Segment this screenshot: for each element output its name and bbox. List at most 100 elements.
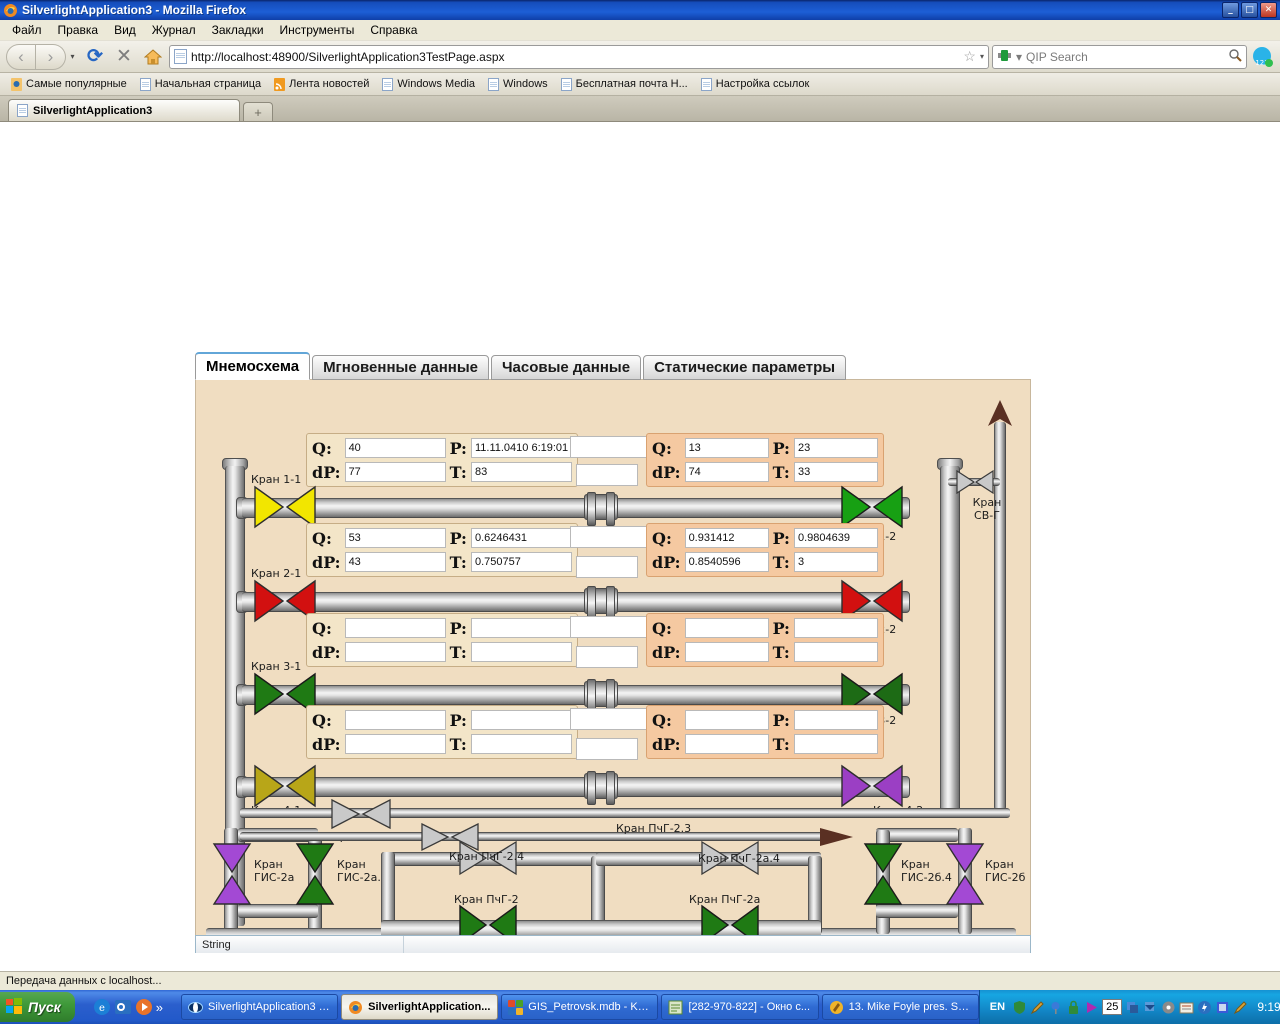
menu-item-bookmarks[interactable]: Закладки: [204, 21, 272, 39]
start-button[interactable]: Пуск: [0, 992, 75, 1022]
chevron-double-icon[interactable]: »: [156, 1000, 163, 1015]
field-q[interactable]: 13: [685, 438, 769, 458]
bookmark-label[interactable]: Бесплатная почта Н...: [576, 78, 688, 90]
disc-icon[interactable]: [1161, 1000, 1176, 1015]
stop-button[interactable]: ✕: [111, 44, 137, 70]
menu-item-view[interactable]: Вид: [106, 21, 144, 39]
tab-hourly-data[interactable]: Часовые данные: [491, 355, 641, 380]
field-dp[interactable]: 43: [345, 552, 446, 572]
field-mid-row2-bottom[interactable]: [576, 556, 638, 578]
field-t[interactable]: [471, 642, 572, 662]
media-icon[interactable]: [135, 998, 153, 1016]
skype-icon[interactable]: 123: [1250, 45, 1274, 69]
field-q[interactable]: [345, 618, 446, 638]
field-q[interactable]: [345, 710, 446, 730]
lock-icon[interactable]: [1066, 1000, 1081, 1015]
maximize-button[interactable]: □: [1241, 2, 1258, 18]
taskbar-item-access[interactable]: GIS_Petrovsk.mdb - Ko...: [501, 994, 658, 1020]
log-column-blank[interactable]: [404, 936, 1030, 953]
field-t[interactable]: 83: [471, 462, 572, 482]
field-mid-row1-top[interactable]: [570, 436, 648, 458]
field-p[interactable]: [794, 710, 878, 730]
bookmark-link-setup[interactable]: Настройка ссылок: [696, 76, 815, 93]
pin-icon[interactable]: [1048, 1000, 1063, 1015]
bookmark-label[interactable]: Самые популярные: [26, 78, 127, 90]
bookmark-most-visited[interactable]: Самые популярные: [6, 76, 132, 93]
play-icon[interactable]: [1084, 1000, 1099, 1015]
event-log-grid[interactable]: String 11.11.2010 6:17:45: Кран 1-2 откр…: [195, 935, 1031, 953]
field-mid-row1-bottom[interactable]: [576, 464, 638, 486]
bookmark-label[interactable]: Windows: [503, 78, 548, 90]
field-mid-row4-top[interactable]: [570, 708, 648, 730]
field-mid-row2-top[interactable]: [570, 526, 648, 548]
menu-item-edit[interactable]: Правка: [50, 21, 107, 39]
bookmark-label[interactable]: Лента новостей: [289, 78, 369, 90]
field-q[interactable]: [685, 618, 769, 638]
field-mid-row3-top[interactable]: [570, 616, 648, 638]
search-bar[interactable]: ▾ QIP Search: [992, 45, 1247, 69]
field-dp[interactable]: [685, 734, 769, 754]
taskbar-clock[interactable]: 9:19: [1251, 1000, 1280, 1014]
edit-icon[interactable]: [1233, 1000, 1248, 1015]
book-icon[interactable]: [1215, 1000, 1230, 1015]
forward-button[interactable]: ›: [36, 44, 66, 70]
valve-gis-2b-4[interactable]: [862, 843, 904, 910]
field-q[interactable]: 40: [345, 438, 446, 458]
chevron-down-icon[interactable]: ▾: [1016, 50, 1022, 64]
field-t[interactable]: 3: [794, 552, 878, 572]
close-button[interactable]: ✕: [1260, 2, 1277, 18]
sync-icon[interactable]: [1125, 1000, 1140, 1015]
field-dp[interactable]: [345, 642, 446, 662]
menu-item-tools[interactable]: Инструменты: [272, 21, 363, 39]
language-indicator[interactable]: EN: [986, 1001, 1009, 1013]
taskbar-item-label[interactable]: GIS_Petrovsk.mdb - Ko...: [528, 1001, 651, 1013]
bookmark-label[interactable]: Настройка ссылок: [716, 78, 810, 90]
valve-gis-2a[interactable]: [211, 843, 253, 910]
back-forward-group[interactable]: ‹ › ▾: [6, 44, 79, 70]
chevron-down-icon[interactable]: ▾: [980, 52, 984, 61]
field-dp[interactable]: 0.8540596: [685, 552, 769, 572]
menu-item-history[interactable]: Журнал: [144, 21, 204, 39]
back-button[interactable]: ‹: [6, 44, 36, 70]
home-button[interactable]: [140, 44, 166, 70]
browser-tab[interactable]: SilverlightApplication3: [8, 99, 240, 121]
valve-gis-2b[interactable]: [944, 843, 986, 910]
field-q[interactable]: 53: [345, 528, 446, 548]
search-input[interactable]: QIP Search: [1026, 50, 1224, 64]
field-p[interactable]: 0.9804639: [794, 528, 878, 548]
tab-instant-data[interactable]: Мгновенные данные: [312, 355, 489, 380]
new-tab-button[interactable]: +: [243, 102, 273, 121]
taskbar-item-label[interactable]: SilverlightApplication...: [368, 1001, 490, 1013]
field-t[interactable]: [794, 734, 878, 754]
url-bar[interactable]: http://localhost:48900/SilverlightApplic…: [169, 45, 989, 69]
tab-mnemoscheme[interactable]: Мнемосхема: [195, 352, 310, 380]
browser-tab-label[interactable]: SilverlightApplication3: [33, 105, 152, 117]
field-t[interactable]: 0.750757: [471, 552, 572, 572]
taskbar-item-label[interactable]: 13. Mike Foyle pres. Sta...: [849, 1001, 972, 1013]
field-t[interactable]: [471, 734, 572, 754]
news-icon[interactable]: [1179, 1000, 1194, 1015]
field-p[interactable]: [471, 710, 572, 730]
field-dp[interactable]: [685, 642, 769, 662]
field-p[interactable]: 11.11.0410 6:19:01: [471, 438, 572, 458]
field-p[interactable]: [794, 618, 878, 638]
pencil-icon[interactable]: [1030, 1000, 1045, 1015]
chevron-down-icon[interactable]: ▾: [66, 44, 79, 70]
field-p[interactable]: 23: [794, 438, 878, 458]
field-dp[interactable]: [345, 734, 446, 754]
download-icon[interactable]: [1143, 1000, 1158, 1015]
power-icon[interactable]: [1197, 1000, 1212, 1015]
field-dp[interactable]: 77: [345, 462, 446, 482]
bookmark-star-icon[interactable]: ☆: [963, 48, 976, 65]
field-t[interactable]: 33: [794, 462, 878, 482]
window-controls[interactable]: _ □ ✕: [1222, 2, 1280, 18]
field-p[interactable]: [471, 618, 572, 638]
bookmark-free-mail[interactable]: Бесплатная почта Н...: [556, 76, 693, 93]
qip-icon[interactable]: [997, 48, 1012, 66]
field-q[interactable]: 0.931412: [685, 528, 769, 548]
taskbar-item-opera[interactable]: SilverlightApplication3 - ...: [181, 994, 338, 1020]
bookmark-windows[interactable]: Windows: [483, 76, 553, 93]
taskbar-item-label[interactable]: SilverlightApplication3 - ...: [208, 1001, 331, 1013]
shield-icon[interactable]: [1012, 1000, 1027, 1015]
reload-button[interactable]: ⟳: [82, 44, 108, 70]
